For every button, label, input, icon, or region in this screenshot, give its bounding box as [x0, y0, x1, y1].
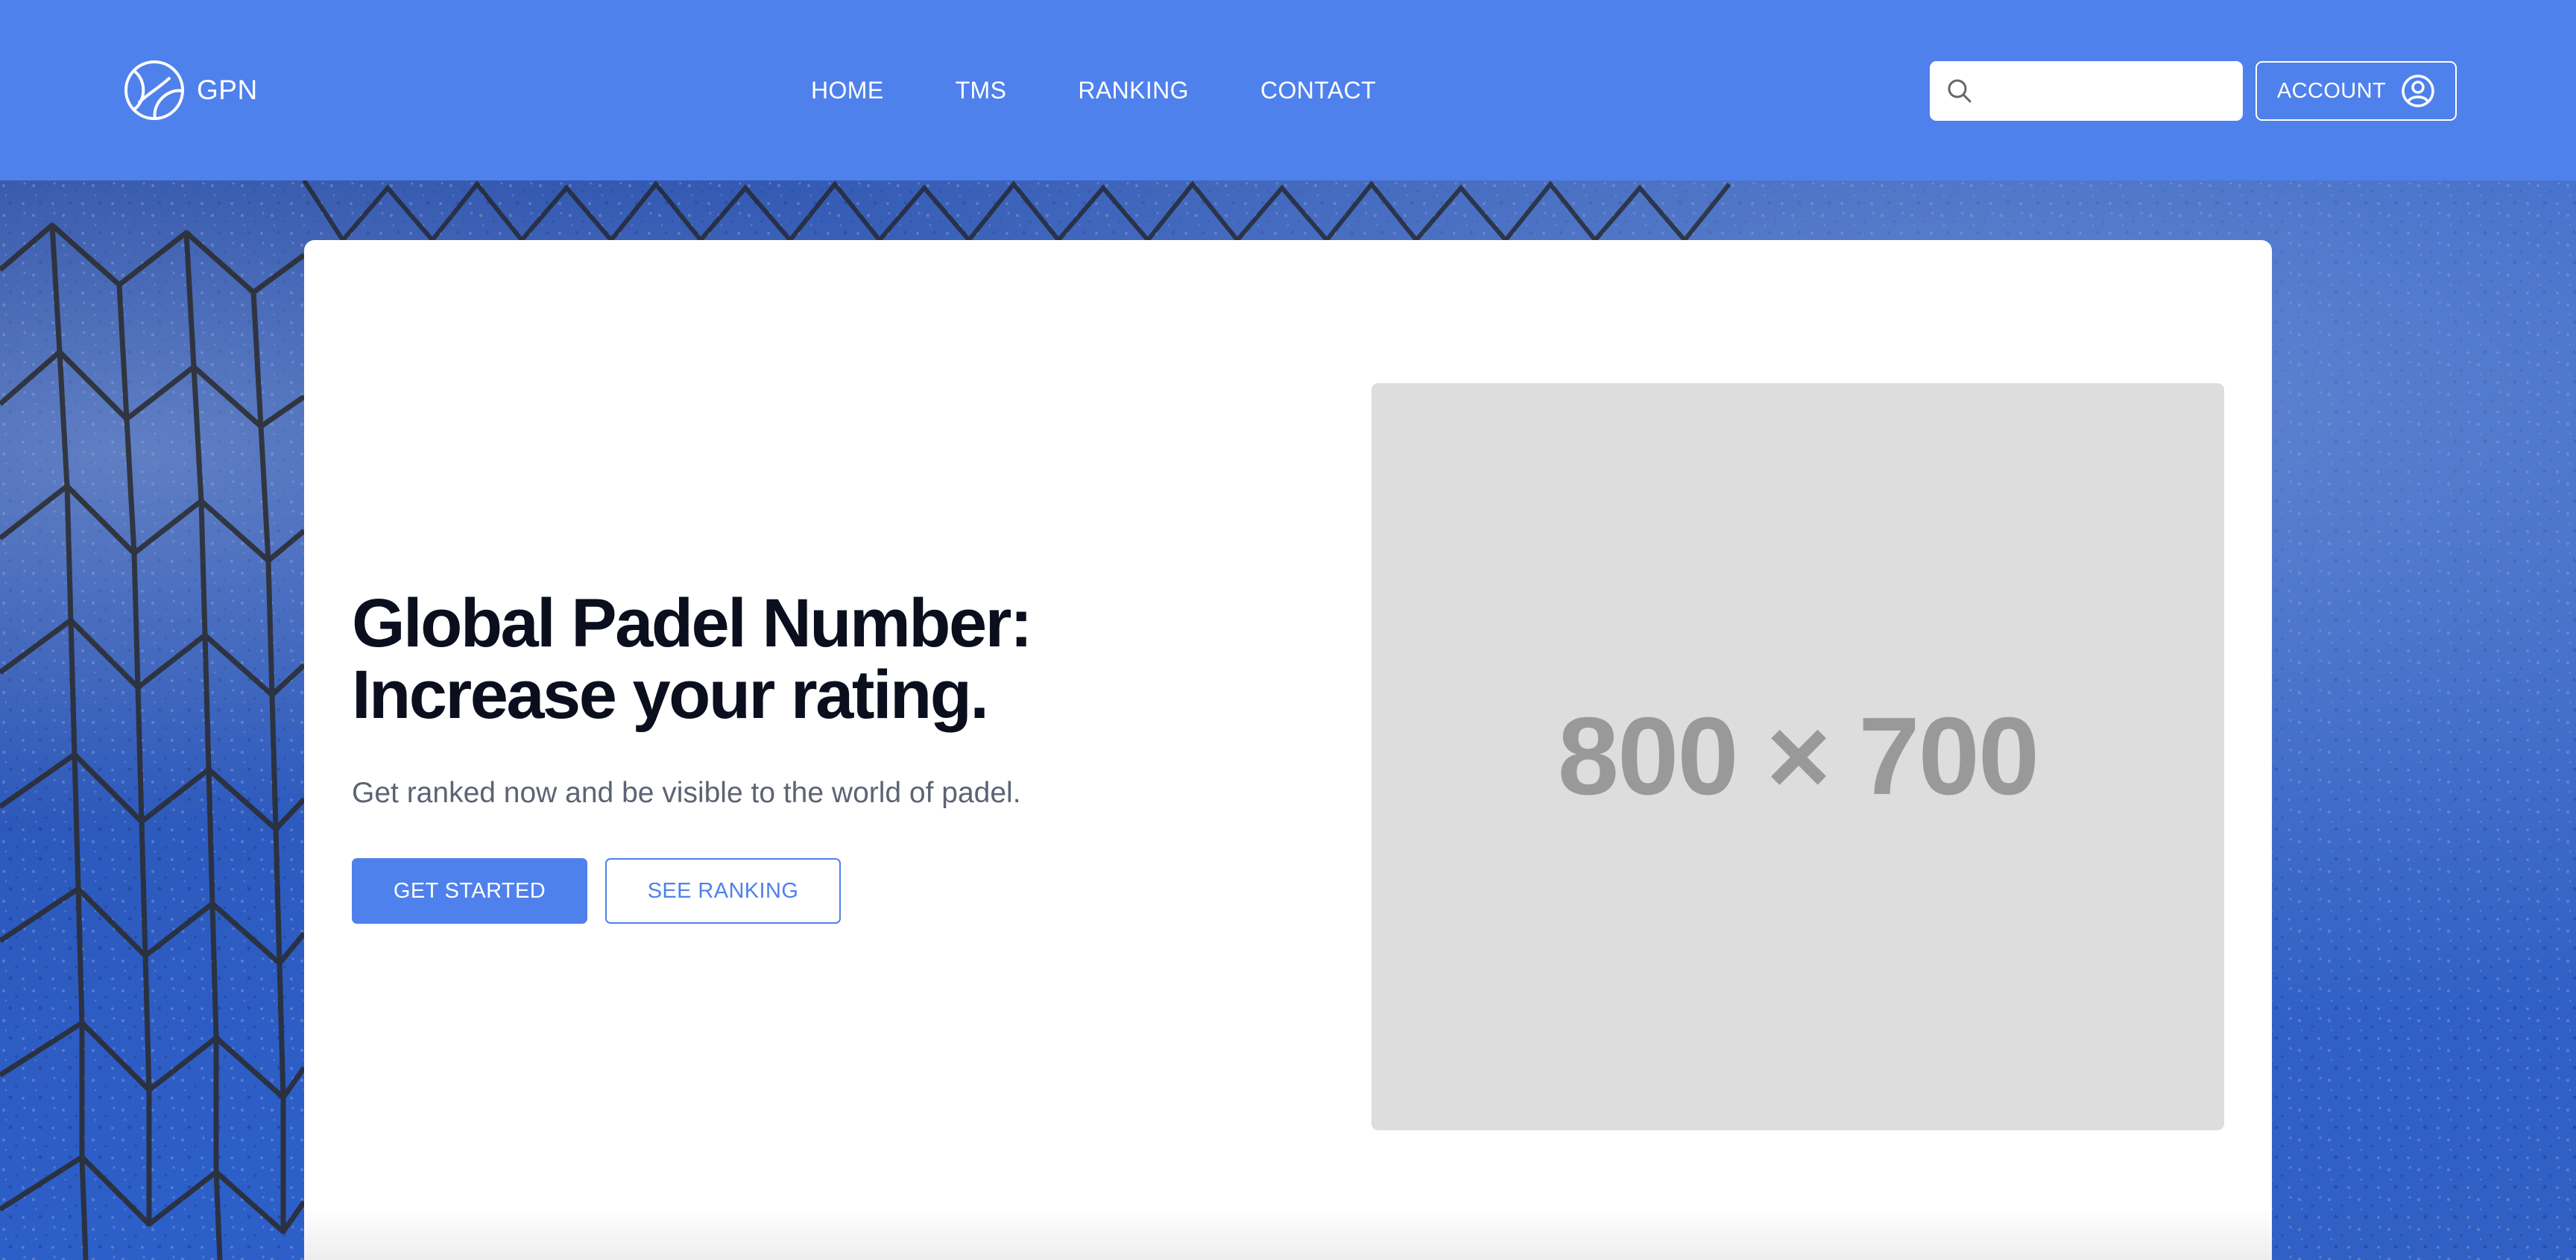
hero-subtitle: Get ranked now and be visible to the wor… — [352, 777, 1021, 809]
get-started-button[interactable]: GET STARTED — [352, 858, 587, 924]
user-circle-icon — [2402, 75, 2434, 107]
brand-name: GPN — [197, 75, 258, 105]
tennis-ball-icon — [124, 60, 184, 120]
nav-item-contact[interactable]: CONTACT — [1260, 77, 1376, 104]
account-button-label: ACCOUNT — [2276, 78, 2387, 103]
main-nav: HOME TMS RANKING CONTACT — [811, 72, 1376, 109]
hero-image-placeholder: 800 × 700 — [1371, 383, 2224, 1130]
top-navbar: GPN HOME TMS RANKING CONTACT ACCOUNT — [0, 0, 2576, 180]
hero-headline-line-1: Global Padel Number: — [352, 585, 1033, 661]
logo-link[interactable]: GPN — [122, 58, 258, 122]
hero-headline: Global Padel Number: Increase your ratin… — [352, 588, 1172, 731]
nav-item-tms[interactable]: TMS — [956, 77, 1007, 104]
search-box[interactable] — [1930, 61, 2243, 121]
placeholder-dimensions-label: 800 × 700 — [1557, 695, 2040, 818]
account-button[interactable]: ACCOUNT — [2255, 61, 2457, 121]
hero-card: Global Padel Number: Increase your ratin… — [304, 240, 2272, 1260]
search-input[interactable] — [1983, 78, 2232, 104]
nav-item-ranking[interactable]: RANKING — [1078, 77, 1189, 104]
see-ranking-button[interactable]: SEE RANKING — [605, 858, 841, 924]
nav-item-home[interactable]: HOME — [811, 77, 884, 104]
search-icon — [1948, 79, 1972, 103]
hero-headline-line-2: Increase your rating. — [352, 657, 989, 733]
